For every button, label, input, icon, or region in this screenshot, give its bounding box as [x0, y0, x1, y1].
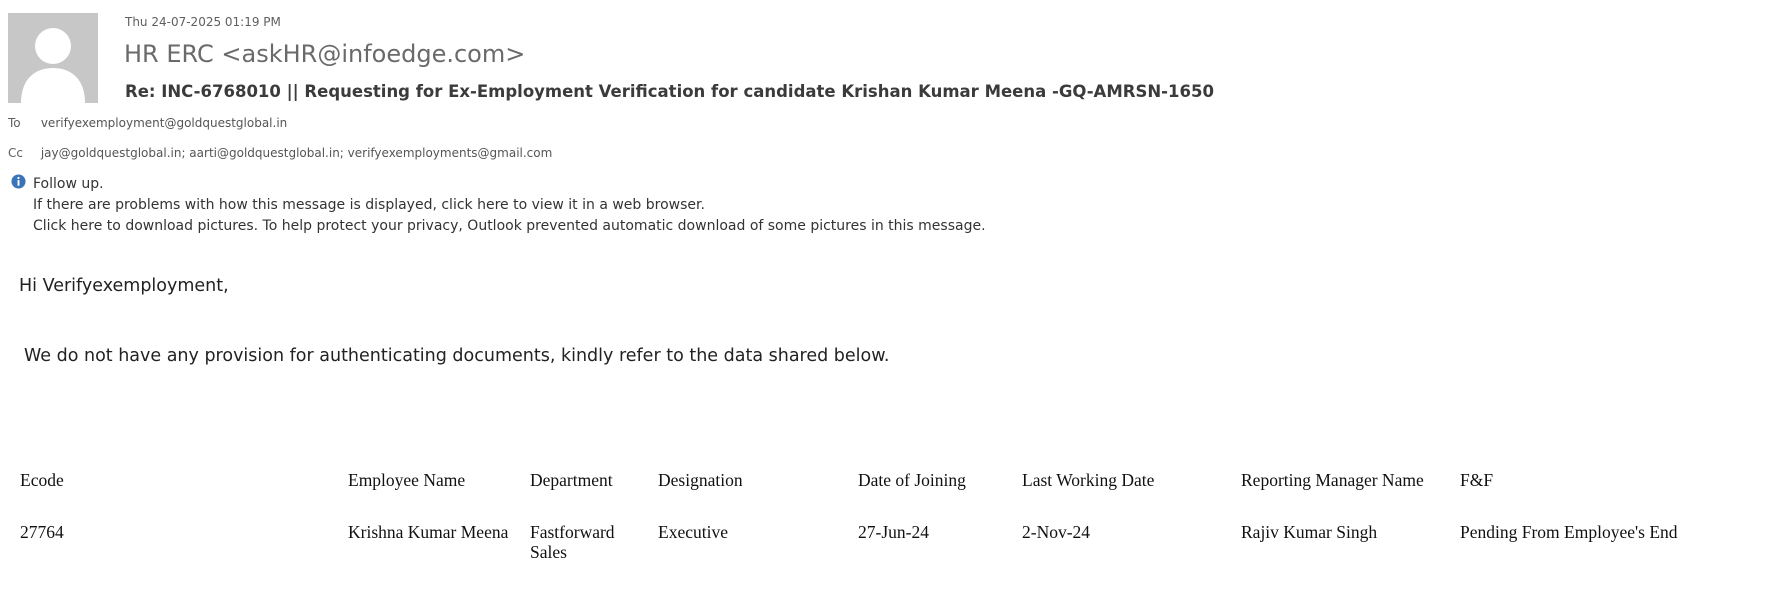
cell-date-of-joining: 27-Jun-24	[858, 522, 929, 542]
cc-row: Cc jay@goldquestglobal.in; aarti@goldque…	[8, 146, 552, 160]
cell-reporting-manager: Rajiv Kumar Singh	[1241, 522, 1378, 542]
to-label: To	[8, 116, 21, 130]
sender[interactable]: HR ERC <askHR@infoedge.com>	[124, 40, 525, 68]
cell-ecode: 27764	[20, 522, 64, 542]
col-header-last-working-date: Last Working Date	[1022, 470, 1155, 490]
person-icon	[8, 13, 98, 103]
message-body: We do not have any provision for authent…	[24, 346, 890, 366]
col-header-fnf: F&F	[1460, 470, 1494, 490]
cell-fnf: Pending From Employee's End	[1460, 522, 1678, 542]
view-in-browser-link[interactable]: If there are problems with how this mess…	[33, 195, 986, 216]
sent-date: Thu 24-07-2025 01:19 PM	[125, 15, 281, 29]
cc-recipients[interactable]: jay@goldquestglobal.in; aarti@goldquestg…	[41, 146, 552, 160]
to-recipient[interactable]: verifyexemployment@goldquestglobal.in	[41, 116, 287, 130]
subject: Re: INC-6768010 || Requesting for Ex-Emp…	[125, 82, 1214, 101]
cell-designation: Executive	[658, 522, 728, 542]
sender-avatar	[8, 13, 98, 103]
infobar: Follow up. If there are problems with ho…	[33, 174, 986, 237]
info-icon	[11, 174, 26, 189]
col-header-employee-name: Employee Name	[348, 470, 466, 490]
greeting: Hi Verifyexemployment,	[19, 276, 229, 296]
col-header-date-of-joining: Date of Joining	[858, 470, 966, 490]
col-header-reporting-manager: Reporting Manager Name	[1241, 470, 1424, 490]
col-header-ecode: Ecode	[20, 470, 64, 490]
cc-label: Cc	[8, 146, 23, 160]
cell-last-working-date: 2-Nov-24	[1022, 522, 1091, 542]
col-header-department: Department	[530, 470, 613, 490]
to-row: To verifyexemployment@goldquestglobal.in	[8, 116, 287, 130]
col-header-designation: Designation	[658, 470, 743, 490]
cell-department: Fastforward Sales	[530, 522, 615, 562]
cell-employee-name: Krishna Kumar Meena	[348, 522, 509, 542]
download-pictures-link[interactable]: Click here to download pictures. To help…	[33, 216, 986, 237]
follow-up-flag: Follow up.	[33, 176, 104, 192]
